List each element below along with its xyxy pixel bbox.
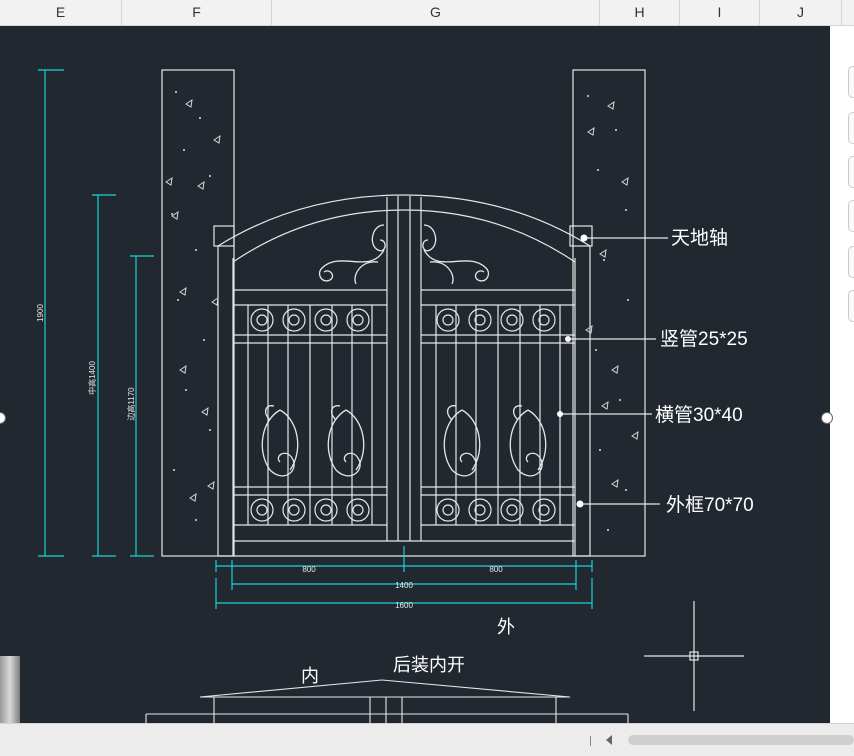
scroll-panel-ornaments xyxy=(261,405,547,477)
right-pillar xyxy=(572,69,646,557)
callout-outer-frame: 外框70*70 xyxy=(666,494,754,516)
column-header-i[interactable]: I xyxy=(680,0,760,25)
label-outside: 外 xyxy=(497,617,515,637)
side-toolbar-tab[interactable] xyxy=(848,200,854,232)
dim-leaf-left: 800 xyxy=(302,565,316,574)
horizontal-scrollbar-area xyxy=(0,723,854,756)
scroll-left-icon[interactable] xyxy=(606,735,612,745)
dim-side-height: 边高1170 xyxy=(126,387,136,421)
label-install-note: 后装内开 xyxy=(393,655,465,675)
cad-drawing-image[interactable]: 1900 中高1400 边高1170 800 800 1400 1600 天地轴… xyxy=(0,26,830,723)
crosshair-icon xyxy=(644,601,744,711)
dim-overall-width: 1600 xyxy=(395,601,413,610)
left-pillar xyxy=(161,69,235,557)
column-header-row: E F G H I J xyxy=(0,0,854,26)
side-toolbar-tab[interactable] xyxy=(848,246,854,278)
resize-handle-right[interactable] xyxy=(821,412,833,424)
column-header-e[interactable]: E xyxy=(0,0,122,25)
dim-gate-width: 1400 xyxy=(395,581,413,590)
plan-view xyxy=(145,679,629,723)
callout-vertical-tube: 竖管25*25 xyxy=(660,328,748,350)
callout-horizontal-tube: 横管30*40 xyxy=(655,404,743,426)
column-header-j[interactable]: J xyxy=(760,0,842,25)
side-toolbar-tab[interactable] xyxy=(848,112,854,144)
gate-drawing-svg: 1900 中高1400 边高1170 800 800 1400 1600 天地轴… xyxy=(36,69,754,723)
column-header-f[interactable]: F xyxy=(122,0,272,25)
side-toolbar-tab[interactable] xyxy=(848,66,854,98)
dim-middle-height: 中高1400 xyxy=(87,361,97,395)
scroll-separator xyxy=(590,736,591,746)
adjacent-image-edge xyxy=(0,656,20,723)
side-toolbar-tab[interactable] xyxy=(848,156,854,188)
horizontal-scrollbar-thumb[interactable] xyxy=(628,735,854,745)
column-header-g[interactable]: G xyxy=(272,0,600,25)
column-header-h[interactable]: H xyxy=(600,0,680,25)
side-toolbar-tab[interactable] xyxy=(848,290,854,322)
dim-leaf-right: 800 xyxy=(489,565,503,574)
dim-total-height: 1900 xyxy=(36,304,45,322)
label-inside: 内 xyxy=(301,666,319,686)
callout-axle: 天地轴 xyxy=(671,227,728,249)
